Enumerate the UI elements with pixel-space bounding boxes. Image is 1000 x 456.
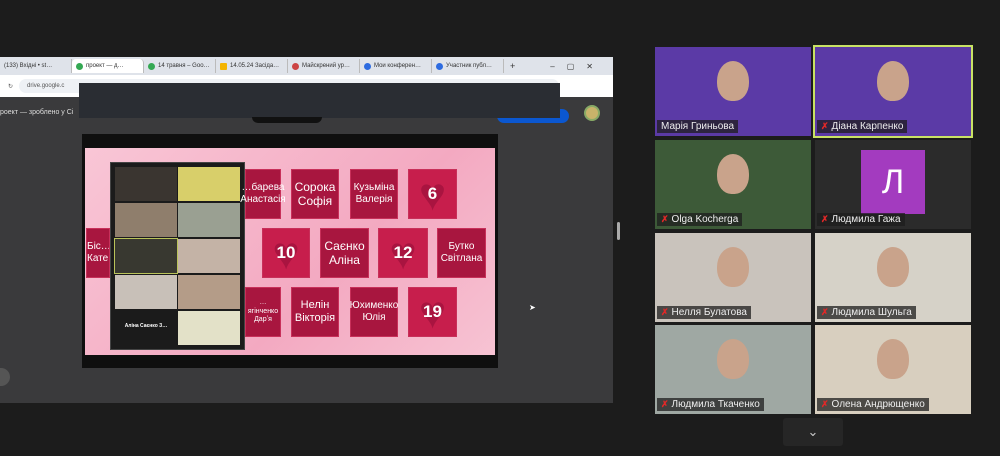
browser-tab[interactable]: 14 травня – Goo…: [144, 59, 216, 73]
participant-name-label: ✗ Людмила Шульга: [817, 306, 916, 319]
video-thumbnail: [115, 275, 177, 309]
participant-name-label: ✗ Діана Карпенко: [817, 120, 908, 133]
zoom-icon: [364, 62, 371, 70]
reload-icon[interactable]: ↻: [8, 83, 13, 90]
name-card[interactable]: Бутко Світлана: [437, 228, 486, 278]
name-card[interactable]: Кузьміна Валерія: [350, 169, 398, 219]
name-card[interactable]: Юхименко Юлія: [350, 287, 398, 337]
tab-label: (133) Вхідні • st…: [4, 63, 53, 69]
tab-label: проект — д…: [86, 63, 124, 69]
participant-video: [877, 61, 909, 101]
name-card[interactable]: Нелін Вікторія: [291, 287, 339, 337]
tab-label: 14.05.24 Засіда…: [230, 63, 280, 69]
new-tab-button[interactable]: +: [504, 61, 521, 71]
user-avatar[interactable]: [584, 105, 600, 121]
muted-mic-icon: ✗: [661, 214, 669, 224]
participant-video: [717, 154, 749, 194]
window-controls[interactable]: –▢✕: [550, 62, 613, 71]
participant-tile[interactable]: Марія Гриньова: [655, 47, 811, 136]
number-card[interactable]: 6: [408, 169, 457, 219]
browser-tab[interactable]: Участник публ…: [432, 59, 504, 73]
video-thumbnail: [115, 167, 177, 201]
number-card[interactable]: 19: [408, 287, 457, 337]
name-card[interactable]: …ягінченко Дарʼя: [245, 287, 281, 337]
browser-tab[interactable]: проект — д…: [72, 59, 144, 73]
participant-name: Людмила Шульга: [831, 307, 912, 318]
video-thumbnail: [114, 238, 178, 274]
participant-name-label: ✗ Людмила Ткаченко: [657, 398, 764, 411]
url-text: drive.google.c: [27, 83, 65, 89]
participant-avatar: Л: [861, 150, 925, 214]
participant-name-label: ✗ Олена Андрющенко: [817, 398, 929, 411]
name-card[interactable]: …барева Анастасія: [240, 169, 286, 219]
tab-label: 14 травня – Goo…: [158, 63, 210, 69]
split-view-resize-handle[interactable]: [617, 222, 620, 240]
participant-name-label: ✗ Olga Kocherga: [657, 213, 743, 226]
thumbnail-name: Аліна Саєнко З…: [124, 323, 168, 329]
redacted-area: [79, 83, 560, 118]
page-title: роект — зроблено у Сі: [0, 109, 74, 116]
video-thumbnail: [115, 203, 177, 237]
muted-mic-icon: ✗: [661, 307, 669, 317]
site-icon: [292, 62, 299, 70]
browser-tab[interactable]: Мои конферен…: [360, 59, 432, 73]
muted-mic-icon: ✗: [821, 121, 829, 131]
share-toolbar-handle[interactable]: [252, 117, 322, 123]
participant-name: Olga Kocherga: [671, 214, 739, 225]
gallery-thumbnail-panel: Аліна Саєнко З…: [110, 162, 245, 350]
mouse-cursor-icon: ➤: [529, 303, 536, 312]
tab-label: Мои конферен…: [374, 63, 422, 69]
tab-label: Участник публ…: [446, 63, 492, 69]
participant-video: [717, 339, 749, 379]
browser-tab[interactable]: Майскрений ур…: [288, 59, 360, 73]
name-card[interactable]: Сорока Софія: [291, 169, 339, 219]
participant-name-label: ✗ Людмила Гажа: [817, 213, 905, 226]
participant-tile[interactable]: ✗ Людмила Ткаченко: [655, 325, 811, 414]
slides-icon: [220, 62, 227, 70]
participant-name: Діана Карпенко: [831, 121, 904, 132]
video-thumbnail: [178, 203, 240, 237]
participant-name-label: ✗ Нелля Булатова: [657, 306, 751, 319]
number-card[interactable]: 12: [378, 228, 428, 278]
participant-name: Олена Андрющенко: [831, 399, 925, 410]
muted-mic-icon: ✗: [821, 399, 829, 409]
participant-tile[interactable]: ✗ Олена Андрющенко: [815, 325, 971, 414]
muted-mic-icon: ✗: [661, 399, 669, 409]
name-card[interactable]: Саєнко Аліна: [320, 228, 369, 278]
video-thumbnail: [178, 311, 240, 345]
drive-icon: [148, 62, 155, 70]
tab-label: Майскрений ур…: [302, 63, 351, 69]
participant-name: Нелля Булатова: [671, 307, 747, 318]
video-thumbnail: [178, 167, 240, 201]
browser-tab[interactable]: 14.05.24 Засіда…: [216, 59, 288, 73]
participant-name: Людмила Гажа: [831, 214, 901, 225]
chevron-down-icon[interactable]: ⌄: [783, 418, 843, 446]
shared-screen: (133) Вхідні • st… проект — д… 14 травня…: [0, 57, 613, 403]
participant-tile[interactable]: ✗ Нелля Булатова: [655, 233, 811, 322]
name-card[interactable]: Біс… Кате…: [86, 228, 110, 278]
video-thumbnail: [178, 239, 240, 273]
participant-tile[interactable]: Л ✗ Людмила Гажа: [815, 140, 971, 229]
drive-icon: [76, 62, 83, 70]
participant-video: [877, 247, 909, 287]
participant-video: [717, 61, 749, 101]
participant-tile[interactable]: ✗ Людмила Шульга: [815, 233, 971, 322]
participant-tile[interactable]: ✗ Діана Карпенко: [813, 45, 973, 138]
presentation-slide: …барева Анастасія Сорока Софія Кузьміна …: [82, 134, 498, 368]
participant-name-label: Марія Гриньова: [657, 120, 739, 133]
muted-mic-icon: ✗: [821, 214, 829, 224]
zoom-icon: [436, 62, 443, 70]
browser-tab[interactable]: (133) Вхідні • st…: [0, 59, 72, 73]
floating-button[interactable]: [0, 368, 10, 386]
participant-name: Людмила Ткаченко: [671, 399, 760, 410]
participant-video: [717, 247, 749, 287]
muted-mic-icon: ✗: [821, 307, 829, 317]
participant-name: Марія Гриньова: [661, 121, 735, 132]
browser-tab-bar: (133) Вхідні • st… проект — д… 14 травня…: [0, 57, 613, 75]
participant-video: [877, 339, 909, 379]
number-card[interactable]: 10: [262, 228, 310, 278]
participant-tile[interactable]: ✗ Olga Kocherga: [655, 140, 811, 229]
video-thumbnail: [178, 275, 240, 309]
